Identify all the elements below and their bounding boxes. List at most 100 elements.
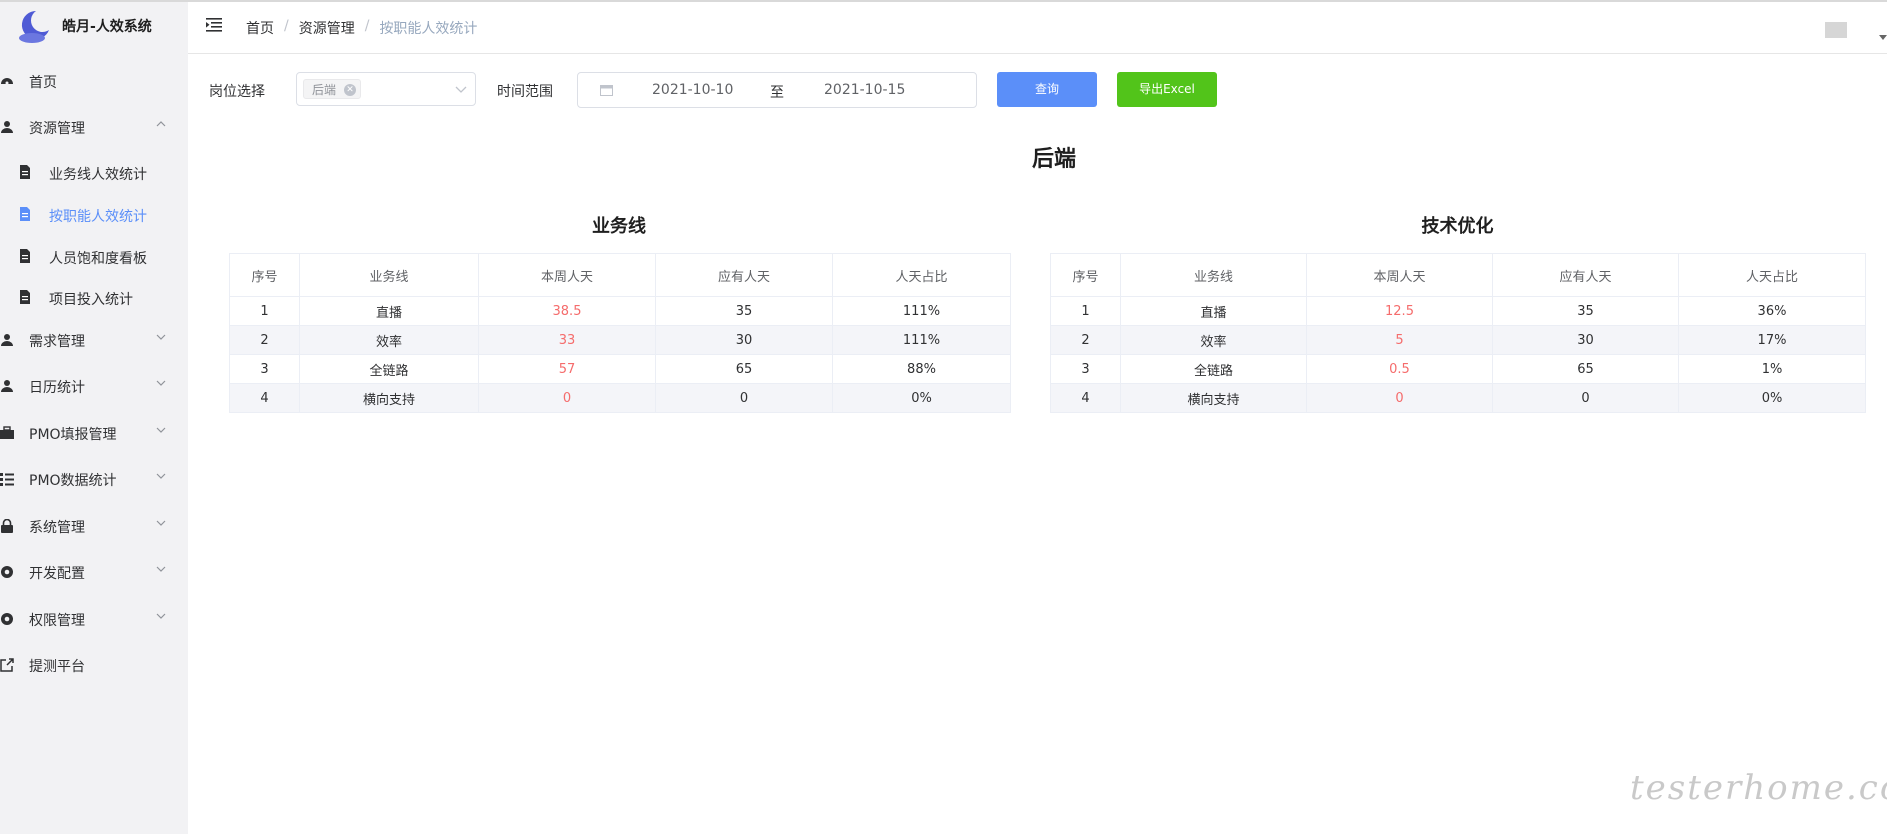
table-cell: 5: [1306, 325, 1493, 355]
table-row: 4 横向支持 0 0 0%: [1050, 383, 1866, 413]
table-cell: 0: [1306, 383, 1493, 413]
position-select[interactable]: 后端 ✕: [296, 72, 476, 106]
table-row: 3 全链路 57 65 88%: [229, 354, 1011, 384]
table-cell: 0%: [1678, 383, 1866, 413]
dashboard-icon: [1, 78, 13, 85]
table-row: 4 横向支持 0 0 0%: [229, 383, 1011, 413]
sidebar-item-requirements[interactable]: 需求管理: [0, 317, 188, 365]
table-cell: 17%: [1678, 325, 1866, 355]
document-icon: [20, 207, 30, 221]
sidebar-subitem-label: 人员饱和度看板: [49, 251, 147, 267]
table-cell: 0: [478, 383, 656, 413]
top-header: 首页 / 资源管理 / 按职能人效统计: [188, 2, 1887, 54]
table-header-row: 序号 业务线 本周人天 应有人天 人天占比: [229, 253, 1011, 297]
end-date-input[interactable]: 2021-10-15: [824, 82, 905, 98]
avatar[interactable]: [1825, 22, 1847, 38]
column-header: 应有人天: [1492, 253, 1679, 297]
table-cell: 33: [478, 325, 656, 355]
chevron-down-icon: [156, 566, 166, 572]
breadcrumb-current: 按职能人效统计: [379, 21, 478, 37]
table-cell: 0: [1492, 383, 1679, 413]
chevron-down-icon: [156, 427, 166, 433]
table-row: 2 效率 5 30 17%: [1050, 325, 1866, 355]
list-icon: [0, 473, 14, 486]
sidebar-subitem-label: 项目投入统计: [49, 292, 133, 308]
table-cell: 111%: [832, 325, 1011, 355]
sidebar-item-label: 提测平台: [29, 659, 85, 675]
column-header: 本周人天: [1306, 253, 1493, 297]
table-cell: 36%: [1678, 296, 1866, 326]
table-cell: 3: [1050, 354, 1121, 384]
table-cell: 4: [1050, 383, 1121, 413]
sidebar-subitem-project-investment[interactable]: 项目投入统计: [0, 274, 188, 322]
sidebar-item-permissions[interactable]: 权限管理: [0, 596, 188, 644]
app-title: 皓月-人效系统: [62, 19, 152, 35]
sidebar-item-dev-config[interactable]: 开发配置: [0, 549, 188, 597]
user-icon: [1, 380, 13, 392]
export-excel-button[interactable]: 导出Excel: [1117, 72, 1217, 107]
moon-logo-icon: [19, 10, 49, 43]
table-cell: 88%: [832, 354, 1011, 384]
chevron-down-icon: [156, 380, 166, 386]
table-cell: 2: [229, 325, 300, 355]
position-filter-label: 岗位选择: [209, 84, 265, 100]
sidebar-item-home[interactable]: 首页: [0, 58, 188, 106]
table-cell: 效率: [299, 325, 479, 355]
range-separator: 至: [770, 85, 784, 101]
sidebar-item-label: 开发配置: [29, 566, 85, 582]
column-header: 本周人天: [478, 253, 656, 297]
time-range-label: 时间范围: [497, 84, 553, 100]
external-link-icon: [0, 658, 14, 672]
menu-toggle-icon[interactable]: [206, 18, 222, 32]
column-header: 序号: [1050, 253, 1121, 297]
briefcase-icon: [0, 426, 14, 439]
document-icon: [20, 290, 30, 304]
sidebar-item-testing-platform[interactable]: 提测平台: [0, 642, 188, 690]
chevron-up-icon: [156, 121, 166, 127]
column-header: 序号: [229, 253, 300, 297]
calendar-icon: [600, 85, 613, 96]
column-header: 应有人天: [655, 253, 833, 297]
breadcrumb-resource-management[interactable]: 资源管理: [299, 18, 355, 38]
watermark: testerhome.com: [1630, 768, 1887, 808]
sidebar-item-pmo-data[interactable]: PMO数据统计: [0, 456, 188, 504]
sidebar-item-system-management[interactable]: 系统管理: [0, 503, 188, 551]
sidebar-item-label: 权限管理: [29, 613, 85, 629]
table-cell: 全链路: [299, 354, 479, 384]
table-cell: 0%: [832, 383, 1011, 413]
table-cell: 1: [1050, 296, 1121, 326]
table-cell: 2: [1050, 325, 1121, 355]
chevron-down-icon: [156, 613, 166, 619]
date-range-picker[interactable]: 2021-10-10 至 2021-10-15: [577, 72, 977, 108]
table-cell: 4: [229, 383, 300, 413]
sidebar-item-label: 需求管理: [29, 334, 85, 350]
table-row: 1 直播 38.5 35 111%: [229, 296, 1011, 326]
business-line-table: 序号 业务线 本周人天 应有人天 人天占比 1 直播 38.5 35 111% …: [229, 253, 1011, 413]
gear-icon: [1, 566, 13, 578]
table-cell: 35: [1492, 296, 1679, 326]
sidebar-subitem-function-stats[interactable]: 按职能人效统计: [0, 191, 188, 239]
chevron-down-icon: [156, 520, 166, 526]
sidebar-subitem-label: 按职能人效统计: [49, 209, 147, 225]
table-row: 3 全链路 0.5 65 1%: [1050, 354, 1866, 384]
table-cell: 57: [478, 354, 656, 384]
tag-close-icon[interactable]: ✕: [344, 84, 357, 96]
app-logo[interactable]: 皓月-人效系统: [0, 2, 188, 50]
gear-icon: [1, 613, 13, 625]
column-header: 业务线: [1120, 253, 1307, 297]
tech-optimization-table: 序号 业务线 本周人天 应有人天 人天占比 1 直播 12.5 35 36% 2…: [1050, 253, 1866, 413]
chevron-down-icon: [156, 473, 166, 479]
sidebar-item-pmo-reporting[interactable]: PMO填报管理: [0, 410, 188, 458]
user-icon: [1, 334, 13, 346]
sidebar-item-calendar-stats[interactable]: 日历统计: [0, 363, 188, 411]
caret-down-icon[interactable]: [1879, 35, 1887, 40]
start-date-input[interactable]: 2021-10-10: [652, 82, 733, 98]
sidebar-item-label: 资源管理: [29, 121, 85, 137]
breadcrumb-separator: /: [364, 18, 370, 34]
query-button[interactable]: 查询: [997, 72, 1097, 107]
sidebar-item-label: PMO数据统计: [29, 473, 117, 489]
table-cell: 效率: [1120, 325, 1307, 355]
breadcrumb-home[interactable]: 首页: [246, 18, 274, 38]
table-cell: 12.5: [1306, 296, 1493, 326]
chevron-down-icon: [156, 334, 166, 340]
